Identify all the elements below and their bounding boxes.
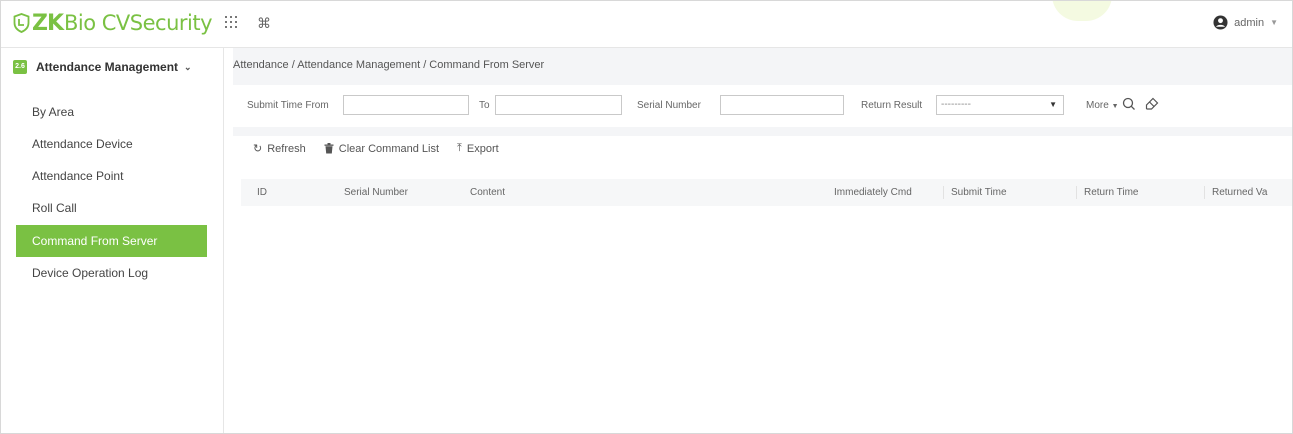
- submit-time-from-input[interactable]: [343, 95, 469, 115]
- eraser-clear-icon[interactable]: [1144, 96, 1160, 112]
- return-result-label: Return Result: [861, 100, 923, 111]
- app-logo[interactable]: ZK Bio CVSecurity: [13, 8, 213, 38]
- return-result-select[interactable]: --------- ▼: [936, 95, 1064, 115]
- sidebar-item-roll-call[interactable]: Roll Call: [16, 192, 207, 224]
- user-avatar-icon: [1213, 15, 1228, 30]
- sidebar-item-device-operation-log[interactable]: Device Operation Log: [16, 257, 207, 289]
- clear-command-list-label: Clear Command List: [338, 142, 440, 155]
- column-header-immediately-cmd[interactable]: Immediately Cmd: [834, 179, 912, 206]
- column-header-submit-time[interactable]: Submit Time: [943, 186, 1007, 199]
- module-selector[interactable]: 2.6 Attendance Management ⌄: [13, 60, 192, 74]
- logo-product-text: Bio CVSecurity: [64, 11, 213, 35]
- module-title: Attendance Management: [36, 60, 179, 74]
- column-header-id[interactable]: ID: [257, 179, 267, 206]
- search-icon[interactable]: [1121, 96, 1137, 112]
- sidebar-item-command-from-server[interactable]: Command From Server: [16, 225, 207, 257]
- column-header-return-time[interactable]: Return Time: [1076, 186, 1138, 199]
- user-menu[interactable]: admin ▼: [1213, 15, 1278, 30]
- content-panel: ↻ Refresh Clear Command List ⤒ Export ID…: [233, 136, 1292, 433]
- shield-logo-icon: [13, 13, 30, 33]
- export-label: Export: [466, 142, 499, 155]
- header-decoration: [1052, 1, 1112, 21]
- sidebar-item-attendance-device[interactable]: Attendance Device: [16, 128, 207, 160]
- column-header-serial-number[interactable]: Serial Number: [344, 179, 408, 206]
- refresh-icon: ↻: [253, 143, 263, 155]
- caret-down-icon: ▼: [1111, 103, 1119, 110]
- chevron-down-icon: ▼: [1270, 18, 1278, 27]
- column-header-content[interactable]: Content: [470, 179, 505, 206]
- sidebar: 2.6 Attendance Management ⌄ By Area Atte…: [1, 48, 224, 433]
- refresh-button[interactable]: ↻ Refresh: [253, 142, 306, 156]
- user-name: admin: [1234, 16, 1265, 29]
- top-bar: ZK Bio CVSecurity ⌘ admin ▼: [1, 1, 1292, 48]
- main-area: Attendance / Attendance Management / Com…: [233, 48, 1292, 433]
- export-icon: ⤒: [457, 142, 462, 154]
- command-key-icon[interactable]: ⌘: [256, 15, 272, 31]
- sidebar-item-by-area[interactable]: By Area: [16, 96, 207, 128]
- serial-number-input[interactable]: [720, 95, 844, 115]
- to-label: To: [479, 100, 490, 111]
- dropdown-arrow-icon: ▼: [1049, 100, 1057, 109]
- serial-number-label: Serial Number: [637, 100, 701, 111]
- more-filters-toggle[interactable]: More ▼: [1086, 100, 1119, 111]
- trash-icon: [324, 143, 334, 154]
- attendance-module-icon: 2.6: [13, 60, 27, 74]
- clear-command-list-button[interactable]: Clear Command List: [324, 143, 439, 155]
- logo-zk-text: ZK: [32, 10, 64, 36]
- sidebar-item-attendance-point[interactable]: Attendance Point: [16, 160, 207, 192]
- breadcrumb: Attendance / Attendance Management / Com…: [233, 59, 545, 71]
- chevron-down-icon: ⌄: [184, 61, 192, 72]
- filter-bar: Submit Time From To Serial Number Return…: [233, 85, 1292, 127]
- column-header-returned-value[interactable]: Returned Va: [1204, 186, 1272, 199]
- refresh-label: Refresh: [267, 142, 306, 155]
- return-result-value: ---------: [941, 99, 971, 110]
- export-button[interactable]: ⤒ Export: [457, 142, 499, 155]
- more-label: More: [1086, 100, 1109, 111]
- action-toolbar: ↻ Refresh Clear Command List ⤒ Export: [253, 142, 517, 155]
- apps-grid-icon[interactable]: [223, 15, 239, 31]
- submit-time-to-input[interactable]: [495, 95, 622, 115]
- app-window: ZK Bio CVSecurity ⌘ admin ▼ 2.6 Attendan…: [0, 0, 1293, 434]
- submit-time-from-label: Submit Time From: [247, 100, 329, 111]
- table-header: ID Serial Number Content Immediately Cmd…: [241, 179, 1292, 206]
